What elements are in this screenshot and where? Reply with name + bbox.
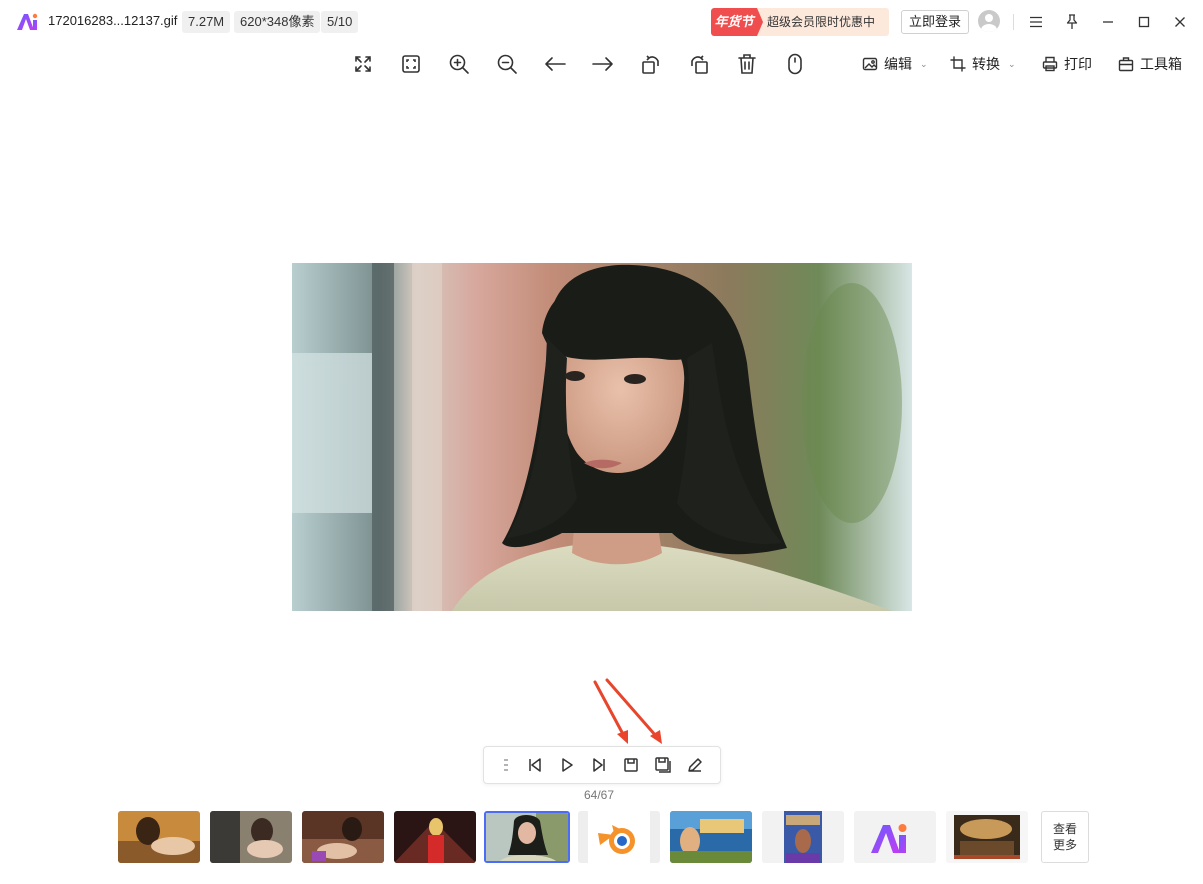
- rotate-right-icon[interactable]: [686, 51, 712, 77]
- image-position-badge: 5/10: [321, 11, 359, 33]
- fit-window-icon[interactable]: [398, 51, 424, 77]
- playback-toolbar: [483, 746, 721, 784]
- toolbox-icon: [1118, 57, 1134, 72]
- minimize-icon[interactable]: [1096, 10, 1120, 34]
- menu-icon[interactable]: [1024, 10, 1048, 34]
- title-bar: 172016283...12137.gif 7.27M 620*348像素 5/…: [0, 0, 1203, 44]
- print-label: 打印: [1064, 56, 1092, 72]
- arrow-right-icon[interactable]: [590, 51, 616, 77]
- avatar[interactable]: [978, 10, 1000, 32]
- thumbnail-10[interactable]: [946, 811, 1028, 863]
- pin-icon[interactable]: [1060, 10, 1084, 34]
- chevron-down-icon: ⌄: [920, 58, 928, 69]
- title-divider: [1013, 14, 1014, 30]
- view-more-button[interactable]: 查看 更多: [1041, 811, 1089, 863]
- thumbnail-3[interactable]: [302, 811, 384, 863]
- thumbnail-5-active[interactable]: [484, 811, 570, 863]
- thumbnail-6[interactable]: [578, 811, 660, 863]
- thumbnail-8[interactable]: [762, 811, 844, 863]
- thumbnail-4[interactable]: [394, 811, 476, 863]
- thumbnail-1[interactable]: [118, 811, 200, 863]
- print-button[interactable]: 打印: [1042, 53, 1092, 75]
- arrow-left-icon[interactable]: [542, 51, 568, 77]
- zoom-out-icon[interactable]: [494, 51, 520, 77]
- crop-icon: [950, 56, 966, 72]
- edit-label: 编辑: [884, 56, 912, 72]
- convert-label: 转换: [972, 56, 1000, 72]
- drag-handle-icon[interactable]: [496, 755, 516, 775]
- promo-text: 超级会员限时优惠中: [767, 15, 876, 29]
- save-all-frames-icon[interactable]: [653, 755, 673, 775]
- thumbnail-9[interactable]: [854, 811, 936, 863]
- image-dimensions-badge: 620*348像素: [234, 11, 321, 33]
- printer-icon: [1042, 56, 1058, 72]
- chevron-down-icon: ⌄: [1008, 58, 1016, 69]
- view-more-label-line1: 查看: [1052, 822, 1077, 836]
- toolbox-label: 工具箱: [1140, 56, 1182, 72]
- toolbox-button[interactable]: 工具箱: [1118, 53, 1182, 75]
- thumbnail-7[interactable]: [670, 811, 752, 863]
- play-icon[interactable]: [557, 755, 577, 775]
- convert-menu[interactable]: 转换 ⌄: [950, 53, 1016, 75]
- mouse-icon[interactable]: [782, 51, 808, 77]
- image-edit-icon: [862, 57, 878, 71]
- frame-counter: 64/67: [584, 788, 615, 802]
- edit-menu[interactable]: 编辑 ⌄: [862, 53, 928, 75]
- close-icon[interactable]: [1168, 10, 1192, 34]
- previous-frame-icon[interactable]: [525, 755, 545, 775]
- rotate-left-icon[interactable]: [638, 51, 664, 77]
- maximize-icon[interactable]: [1132, 10, 1156, 34]
- app-logo-icon: [16, 11, 40, 31]
- save-frame-icon[interactable]: [621, 755, 641, 775]
- annotation-arrows: [593, 678, 662, 744]
- next-frame-icon[interactable]: [589, 755, 609, 775]
- view-more-label-line2: 更多: [1052, 838, 1077, 852]
- fullscreen-icon[interactable]: [350, 51, 376, 77]
- thumbnail-2[interactable]: [210, 811, 292, 863]
- edit-frame-icon[interactable]: [685, 755, 705, 775]
- promo-banner[interactable]: 年货节 超级会员限时优惠中: [711, 8, 889, 36]
- file-size-badge: 7.27M: [182, 11, 231, 33]
- zoom-in-icon[interactable]: [446, 51, 472, 77]
- login-button[interactable]: 立即登录: [901, 10, 970, 34]
- file-name: 172016283...12137.gif: [48, 13, 178, 28]
- main-image[interactable]: [292, 263, 912, 611]
- trash-icon[interactable]: [734, 51, 760, 77]
- promo-tag: 年货节: [711, 8, 763, 36]
